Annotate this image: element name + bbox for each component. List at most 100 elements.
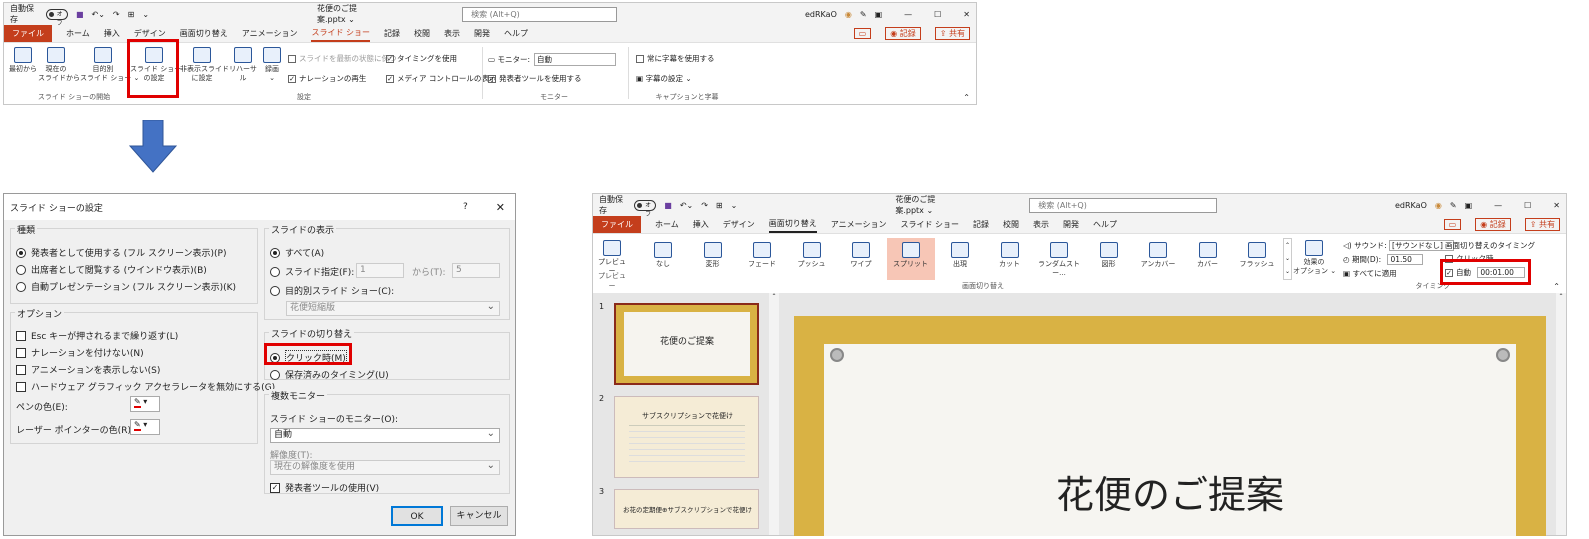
transition-morph-button[interactable]: 変形 [689,238,737,280]
user-name-2[interactable]: edRKaO [1395,201,1427,210]
transition-none-button[interactable]: なし [639,238,687,280]
tab-transitions[interactable]: 画面切り替え [768,216,817,233]
present-icon[interactable]: ⊞ [716,201,723,210]
tab-record[interactable]: 記録 [384,26,400,41]
disable-hw-checkbox[interactable]: ハードウェア グラフィック アクセラレータを無効にする(G) [16,380,275,393]
slide-thumbnail-1[interactable]: 花便のご提案 [614,303,759,385]
transition-cover-button[interactable]: カバー [1184,238,1232,280]
record-button[interactable]: ◉ 記録 [885,27,921,40]
close-button[interactable]: ✕ [1553,201,1560,210]
collapse-ribbon-icon[interactable]: ⌃ [963,93,970,102]
undo-icon[interactable]: ↶⌄ [92,10,105,19]
autosave-toggle-2[interactable]: オフ [634,199,657,218]
tab-animations[interactable]: アニメーション [831,217,887,232]
undo-icon[interactable]: ↶⌄ [680,201,693,210]
ok-button[interactable]: OK [391,506,443,526]
pen-icon[interactable]: ✎ [1450,201,1457,210]
from-spinner[interactable]: 1 [356,263,404,278]
pen-icon[interactable]: ✎ [860,10,867,19]
transition-shape-button[interactable]: 図形 [1085,238,1133,280]
custom-show-select[interactable]: 花便短縮版 [286,300,500,316]
to-spinner[interactable]: 5 [452,263,500,278]
advance-timings-radio[interactable]: 保存済みのタイミング(U) [270,368,389,381]
search-input-2[interactable]: 検索 (Alt+Q) [1029,197,1217,213]
record-button[interactable]: ◉ 記録 [1475,218,1511,231]
laser-color-picker[interactable]: ✎ ▾ [130,419,160,435]
tab-developer[interactable]: 開発 [474,26,490,41]
record-slideshow-button[interactable]: 録画 ⌄ [260,47,284,83]
tab-transitions[interactable]: 画面切り替え [180,26,228,41]
search-input[interactable]: 検索 (Alt+Q) [462,6,617,22]
gallery-scroll[interactable]: ⌃ ⌄ ⌄ [1283,238,1292,280]
editor-scrollbar[interactable]: ⌃ [1556,293,1566,535]
slide-thumbnail-2[interactable]: サブスクリプションで花便け [614,396,759,478]
share-button[interactable]: ⇪ 共有 [934,27,970,40]
save-icon[interactable]: ■ [76,10,84,19]
tab-review[interactable]: 校閲 [1003,217,1019,232]
transition-uncover-button[interactable]: アンカバー [1134,238,1182,280]
apply-all-button[interactable]: ▣ すべてに適用 [1343,268,1397,279]
transition-reveal-button[interactable]: 出現 [936,238,984,280]
maximize-button[interactable]: ☐ [934,10,941,19]
show-media-checkbox[interactable]: ✓ メディア コントロールの表示 [386,73,496,84]
tab-slideshow[interactable]: スライド ショー [900,217,959,232]
type-presenter-radio[interactable]: 発表者として使用する (フル スクリーン表示)(P) [16,246,226,259]
rehearse-button[interactable]: リハーサル [226,47,260,83]
ribbon-display-icon[interactable]: ▣ [875,10,883,19]
present-icon[interactable]: ⊞ [128,10,135,19]
redo-icon[interactable]: ↷ [113,10,120,19]
tab-home[interactable]: ホーム [655,217,679,232]
tab-view[interactable]: 表示 [1033,217,1049,232]
tab-home[interactable]: ホーム [66,26,90,41]
subtitle-settings-button[interactable]: ▣ 字幕の設定 ⌄ [636,73,692,84]
tab-file[interactable]: ファイル [593,216,641,233]
resolution-select[interactable]: 現在の解像度を使用 [270,459,500,475]
customize-qat-icon[interactable]: ⌄ [731,201,738,210]
sound-select[interactable]: ◁) サウンド: [サウンドなし] [1343,240,1454,251]
main-slide[interactable]: 花便のご提案 [794,316,1546,536]
keep-fresh-checkbox[interactable]: スライドを最新の状態に保つ [288,53,397,64]
maximize-button[interactable]: ☐ [1524,201,1531,210]
presenter-view-checkbox[interactable]: ✓ 発表者ツールの使用(V) [270,481,379,494]
loop-checkbox[interactable]: Esc キーが押されるまで繰り返す(L) [16,329,178,342]
comments-icon[interactable]: ▭ [853,28,872,39]
ribbon-display-icon[interactable]: ▣ [1465,201,1473,210]
save-icon[interactable]: ■ [664,201,672,210]
slides-all-radio[interactable]: すべて(A) [270,246,324,259]
hide-slide-button[interactable]: 非表示スライド に設定 [180,47,229,83]
effect-options-button[interactable]: 効果の オプション ⌄ [1293,240,1336,276]
close-button[interactable]: ✕ [963,10,970,19]
presenter-view-checkbox[interactable]: ✓ 発表者ツールを使用する [488,73,582,84]
duration-spinner[interactable]: ◴ 期間(D): 01.50 [1343,254,1423,265]
type-window-radio[interactable]: 出席者として閲覧する (ウインドウ表示)(B) [16,263,207,276]
avatar[interactable]: ◉ [845,10,852,19]
show-monitor-select[interactable]: 自動 [270,427,500,443]
transition-flash-button[interactable]: フラッシュ [1233,238,1281,280]
minimize-button[interactable]: — [1494,201,1502,210]
tab-insert[interactable]: 挿入 [693,217,709,232]
custom-show-radio[interactable]: 目的別スライド ショー(C): [270,284,394,297]
share-button[interactable]: ⇪ 共有 [1524,218,1560,231]
cancel-button[interactable]: キャンセル [450,506,508,526]
tab-review[interactable]: 校閲 [414,26,430,41]
tab-file[interactable]: ファイル [4,25,52,42]
transition-random-bars-button[interactable]: ランダムストー... [1035,238,1083,280]
from-beginning-button[interactable]: 最初から [8,47,38,74]
from-current-button[interactable]: 現在の スライドから [38,47,80,83]
play-narrations-checkbox[interactable]: ✓ ナレーションの再生 [288,73,366,84]
use-timings-checkbox[interactable]: ✓ タイミングを使用 [386,53,457,64]
thumbnail-pane-scrollbar[interactable]: ⌃ [769,293,779,535]
tab-animations[interactable]: アニメーション [242,26,298,41]
transition-cut-button[interactable]: カット [986,238,1034,280]
dialog-close-button[interactable]: ✕ [496,201,505,214]
help-button[interactable]: ? [463,202,468,212]
transition-split-button[interactable]: スプリット [886,238,935,280]
monitor-select[interactable]: ▭ モニター: 自動 [488,53,617,66]
no-animation-checkbox[interactable]: アニメーションを表示しない(S) [16,363,160,376]
type-kiosk-radio[interactable]: 自動プレゼンテーション (フル スクリーン表示)(K) [16,280,236,293]
user-name[interactable]: edRKaO [805,10,837,19]
tab-record[interactable]: 記録 [973,217,989,232]
tab-design[interactable]: デザイン [723,217,755,232]
no-narration-checkbox[interactable]: ナレーションを付けない(N) [16,346,144,359]
autosave-toggle[interactable]: オフ [45,8,68,27]
